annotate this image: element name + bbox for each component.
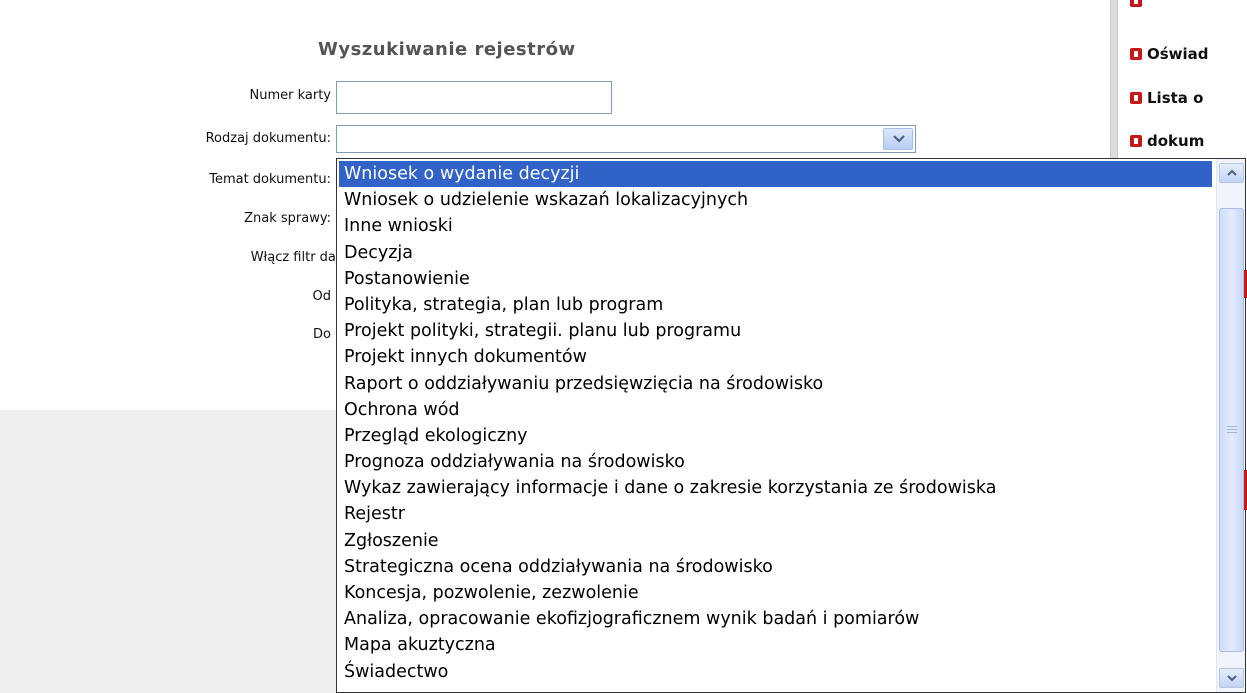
scrollbar-thumb[interactable] xyxy=(1219,208,1244,652)
sidebar-item-label: Lista o xyxy=(1147,89,1204,107)
dropdown-scrollbar[interactable] xyxy=(1216,159,1245,692)
card-number-label: Numer karty xyxy=(249,88,331,103)
dropdown-option[interactable]: Raport o oddziaływaniu przedsięwzięcia n… xyxy=(337,371,1216,397)
red-square-bullet-icon xyxy=(1130,48,1142,60)
card-number-input[interactable] xyxy=(336,81,612,114)
scroll-up-icon[interactable] xyxy=(1219,163,1244,183)
case-sign-label: Znak sprawy: xyxy=(244,211,331,226)
dropdown-option[interactable]: Wykaz zawierający informacje i dane o za… xyxy=(337,475,1216,501)
date-to-label: Do xyxy=(313,327,331,342)
red-square-bullet-icon xyxy=(1130,0,1142,7)
dropdown-option[interactable]: Rejestr xyxy=(337,501,1216,527)
page-background xyxy=(0,410,336,693)
dropdown-option[interactable]: Analiza, opracowanie ekofizjograficznem … xyxy=(337,606,1216,632)
dropdown-option[interactable]: Świadectwo xyxy=(337,659,1216,685)
sidebar-item-partial[interactable] xyxy=(1130,0,1147,18)
doc-subject-label: Temat dokumentu: xyxy=(209,172,331,187)
dropdown-option[interactable]: Wniosek o udzielenie wskazań lokalizacyj… xyxy=(337,187,1216,213)
chevron-down-icon[interactable] xyxy=(883,128,913,150)
dropdown-option[interactable]: Wniosek o wydanie decyzji xyxy=(339,161,1212,188)
dropdown-options: Wniosek o wydanie decyzji Wniosek o udzi… xyxy=(337,161,1216,685)
dropdown-option[interactable]: Prognoza oddziaływania na środowisko xyxy=(337,449,1216,475)
page-title: Wyszukiwanie rejestrów xyxy=(318,39,576,60)
sidebar-item-label: Oświad xyxy=(1147,45,1209,63)
sidebar-item-label: dokum xyxy=(1147,132,1205,150)
doc-type-label: Rodzaj dokumentu: xyxy=(205,131,331,146)
sidebar-item-oswiad[interactable]: Oświad xyxy=(1130,45,1209,63)
dropdown-option[interactable]: Postanowienie xyxy=(337,266,1216,292)
date-filter-label: Włącz filtr dat xyxy=(250,250,341,265)
red-square-bullet-icon xyxy=(1130,135,1142,147)
dropdown-option[interactable]: Polityka, strategia, plan lub program xyxy=(337,292,1216,318)
dropdown-option[interactable]: Przegląd ekologiczny xyxy=(337,423,1216,449)
dropdown-option[interactable]: Zgłoszenie xyxy=(337,528,1216,554)
grip-icon xyxy=(1227,426,1237,427)
dropdown-option[interactable]: Projekt polityki, strategii. planu lub p… xyxy=(337,318,1216,344)
sidebar-item-dokum[interactable]: dokum xyxy=(1130,132,1204,150)
scroll-down-icon[interactable] xyxy=(1219,668,1244,688)
sidebar-item-lista[interactable]: Lista o xyxy=(1130,89,1203,107)
red-square-bullet-icon xyxy=(1130,92,1142,104)
doc-type-dropdown-list[interactable]: Wniosek o wydanie decyzji Wniosek o udzi… xyxy=(336,158,1246,693)
date-from-label: Od xyxy=(312,289,331,304)
dropdown-option[interactable]: Inne wnioski xyxy=(337,213,1216,239)
dropdown-option[interactable]: Mapa akuztyczna xyxy=(337,632,1216,658)
dropdown-option[interactable]: Koncesja, pozwolenie, zezwolenie xyxy=(337,580,1216,606)
doc-type-select[interactable] xyxy=(336,125,916,153)
dropdown-option[interactable]: Ochrona wód xyxy=(337,397,1216,423)
dropdown-option[interactable]: Strategiczna ocena oddziaływania na środ… xyxy=(337,554,1216,580)
dropdown-option[interactable]: Decyzja xyxy=(337,240,1216,266)
dropdown-option[interactable]: Projekt innych dokumentów xyxy=(337,344,1216,370)
